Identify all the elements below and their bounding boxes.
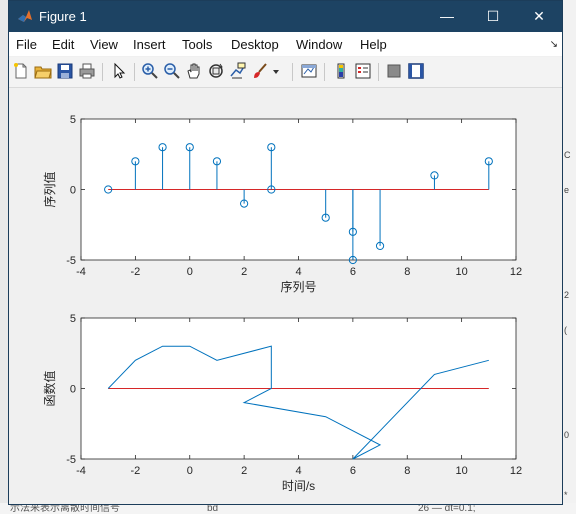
link-plot-icon[interactable]: [299, 61, 319, 81]
menu-window[interactable]: Window: [296, 37, 342, 52]
brush-menu-icon[interactable]: [270, 61, 282, 81]
print-icon[interactable]: [77, 61, 97, 81]
axes1-xtick-label: -4: [76, 266, 86, 278]
menu-bar: File Edit View Insert Tools Desktop Wind…: [9, 32, 562, 56]
plot-area: -4 -2 0 2 4 6 8 10 12 5 0 -5 序列号 序列值 -4 -2 0 2 4 6 8 10 12 5 0 -5…: [9, 88, 562, 504]
axes1-xtick-label: 12: [510, 266, 522, 278]
menu-tools[interactable]: Tools: [182, 37, 212, 52]
axes1-xtick-label: 2: [241, 266, 247, 278]
toolbar-separator: [292, 63, 293, 81]
axes2-xtick-label: 2: [241, 465, 247, 477]
toolbar-separator: [378, 63, 379, 81]
brush-icon[interactable]: [250, 61, 270, 81]
legend-icon[interactable]: [353, 61, 373, 81]
zoom-in-icon[interactable]: [140, 61, 160, 81]
new-figure-icon[interactable]: [11, 61, 31, 81]
axes2-ytick-label: 5: [70, 313, 76, 325]
axes2-xtick-label: 12: [510, 465, 522, 477]
axes1-xtick-label: 6: [350, 266, 356, 278]
axes1-xlabel: 序列号: [280, 279, 316, 294]
menu-view[interactable]: View: [90, 37, 118, 52]
maximize-button[interactable]: ☐: [470, 1, 516, 32]
axes1-xtick-label: 10: [456, 266, 468, 278]
axes2-xtick-label: 0: [187, 465, 193, 477]
open-file-icon[interactable]: [33, 61, 53, 81]
axes2-xtick-label: -4: [76, 465, 86, 477]
hide-plot-tools-icon[interactable]: [384, 61, 404, 81]
save-icon[interactable]: [55, 61, 75, 81]
toolbar-separator: [134, 63, 135, 81]
show-plot-tools-icon[interactable]: [406, 61, 426, 81]
axes1-ytick-label: 5: [70, 114, 76, 126]
axes2-xtick-label: 8: [404, 465, 410, 477]
menu-edit[interactable]: Edit: [52, 37, 74, 52]
figure-canvas: -4 -2 0 2 4 6 8 10 12 5 0 -5 序列号 序列值 -4 -2 0 2 4 6 8 10 12 5 0 -5…: [42, 114, 522, 493]
data-cursor-icon[interactable]: [228, 61, 248, 81]
axes2-xlabel: 时间/s: [282, 479, 315, 493]
rotate-3d-icon[interactable]: [206, 61, 226, 81]
axes1-xtick-label: 0: [187, 266, 193, 278]
axes2-xtick-label: -2: [130, 465, 140, 477]
axes2-ytick-label: 0: [70, 384, 76, 396]
window-title: Figure 1: [39, 9, 87, 24]
axes1-xtick-label: 4: [295, 266, 301, 278]
colorbar-icon[interactable]: [331, 61, 351, 81]
axes1-xtick-label: -2: [130, 266, 140, 278]
background-window-left: [0, 0, 8, 514]
toolbar-separator: [102, 63, 103, 81]
axes2-xtick-label: 6: [350, 465, 356, 477]
menu-help[interactable]: Help: [360, 37, 387, 52]
close-button[interactable]: ✕: [516, 1, 562, 32]
axes1-ytick-label: -5: [66, 255, 76, 267]
title-bar[interactable]: Figure 1 — ☐ ✕: [9, 1, 562, 32]
axes2-ylabel: 函数值: [42, 370, 57, 406]
figure-toolbar: [9, 57, 562, 88]
pan-icon[interactable]: [184, 61, 204, 81]
matlab-logo-icon: [18, 10, 32, 22]
axes2-xtick-label: 4: [295, 465, 301, 477]
axes2-xtick-label: 10: [456, 465, 468, 477]
edit-plot-icon[interactable]: [109, 61, 129, 81]
menu-insert[interactable]: Insert: [133, 37, 166, 52]
axes1-ylabel: 序列值: [42, 171, 57, 207]
background-window-right: C e 2 ( 0 *: [561, 0, 576, 514]
menu-file[interactable]: File: [16, 37, 37, 52]
minimize-button[interactable]: —: [424, 1, 470, 32]
axes1-xtick-label: 8: [404, 266, 410, 278]
toolbar-separator: [324, 63, 325, 81]
axes2-ytick-label: -5: [66, 454, 76, 466]
axes1-ytick-label: 0: [70, 185, 76, 197]
menu-desktop[interactable]: Desktop: [231, 37, 279, 52]
figure-window: Figure 1 — ☐ ✕ File Edit View Insert Too…: [8, 0, 563, 505]
menu-overflow-icon[interactable]: ↘: [550, 39, 558, 50]
zoom-out-icon[interactable]: [162, 61, 182, 81]
